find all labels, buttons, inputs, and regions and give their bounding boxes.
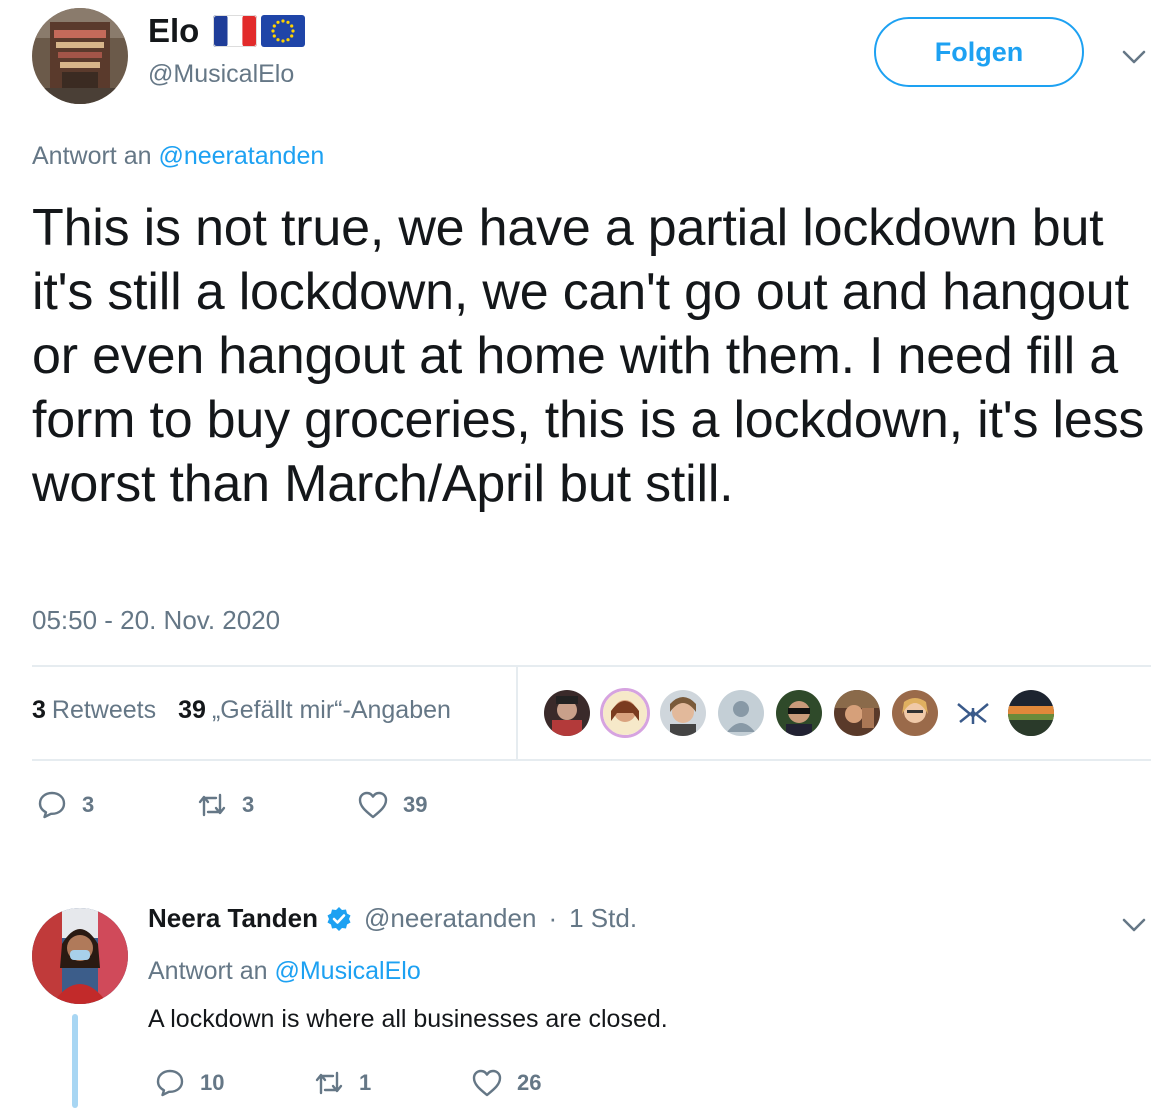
heart-icon [472,1069,502,1097]
reply-count: 3 [82,792,95,817]
liker-avatar[interactable] [832,688,882,738]
reply-context: Antwort an @neeratanden [32,142,324,171]
reply-context: Antwort an @MusicalElo [148,957,421,986]
like-action[interactable]: 39 [357,789,427,821]
liker-avatar[interactable] [890,688,940,738]
reply-author-avatar[interactable] [32,908,128,1004]
like-count: 26 [517,1070,542,1095]
like-action[interactable]: 26 [471,1067,541,1099]
verified-badge-icon [327,906,351,931]
tweet-timestamp[interactable]: 05:50 - 20. Nov. 2020 [32,605,280,636]
reply-tweet-text: A lockdown is where all businesses are c… [148,1005,668,1033]
liker-avatar[interactable] [542,688,592,738]
author-handle[interactable]: @MusicalElo [148,60,294,89]
chevron-down-icon[interactable] [1119,910,1149,940]
reply-author-name[interactable]: Neera Tanden [148,903,318,934]
chevron-down-icon[interactable] [1119,42,1149,72]
retweet-count: 3 [242,792,255,817]
reply-icon [38,791,66,819]
author-name-row: Elo [148,12,306,50]
reply-count: 10 [200,1070,225,1095]
reply-prefix: Antwort an [32,142,152,170]
author-name[interactable]: Elo [148,12,199,50]
author-avatar[interactable] [32,8,128,104]
reply-time[interactable]: 1 Std. [569,903,637,934]
reply-to-handle-link[interactable]: @MusicalElo [274,957,420,985]
engagement-stats: 3 Retweets 39 „Gefällt mir“-Angaben [32,696,451,725]
heart-icon [358,791,388,819]
retweet-count: 1 [359,1070,372,1095]
retweet-action[interactable]: 1 [313,1067,371,1099]
follow-button[interactable]: Folgen [874,17,1084,87]
divider [32,665,1151,667]
reply-action[interactable]: 10 [154,1067,224,1099]
liker-avatar[interactable] [1006,688,1056,738]
reply-prefix: Antwort an [148,957,268,985]
like-count: 39 [403,792,428,817]
liker-avatar[interactable] [948,688,998,738]
thread-connector-line [72,1014,78,1108]
france-flag-icon [213,15,258,47]
reply-action[interactable]: 3 [36,789,94,821]
liker-avatar[interactable] [600,688,650,738]
separator-dot: · [548,903,558,933]
retweets-stat[interactable]: 3 Retweets [32,696,156,725]
retweet-action[interactable]: 3 [196,789,254,821]
stats-divider [516,667,518,759]
likes-stat[interactable]: 39 „Gefällt mir“-Angaben [178,696,451,725]
reply-icon [156,1069,184,1097]
liker-avatar[interactable] [716,688,766,738]
liker-avatar[interactable] [774,688,824,738]
flag-group [213,15,306,47]
liker-avatar[interactable] [658,688,708,738]
retweet-icon [198,793,226,817]
reply-author-handle[interactable]: @neeratanden [364,903,536,934]
tweet-text: This is not true, we have a partial lock… [32,199,1145,513]
retweet-icon [315,1071,343,1095]
reply-to-handle-link[interactable]: @neeratanden [158,142,324,170]
liker-avatars [542,688,1056,738]
reply-author-row: Neera Tanden @neeratanden · 1 Std. [148,903,637,934]
eu-flag-icon [261,15,306,47]
divider [32,759,1151,761]
